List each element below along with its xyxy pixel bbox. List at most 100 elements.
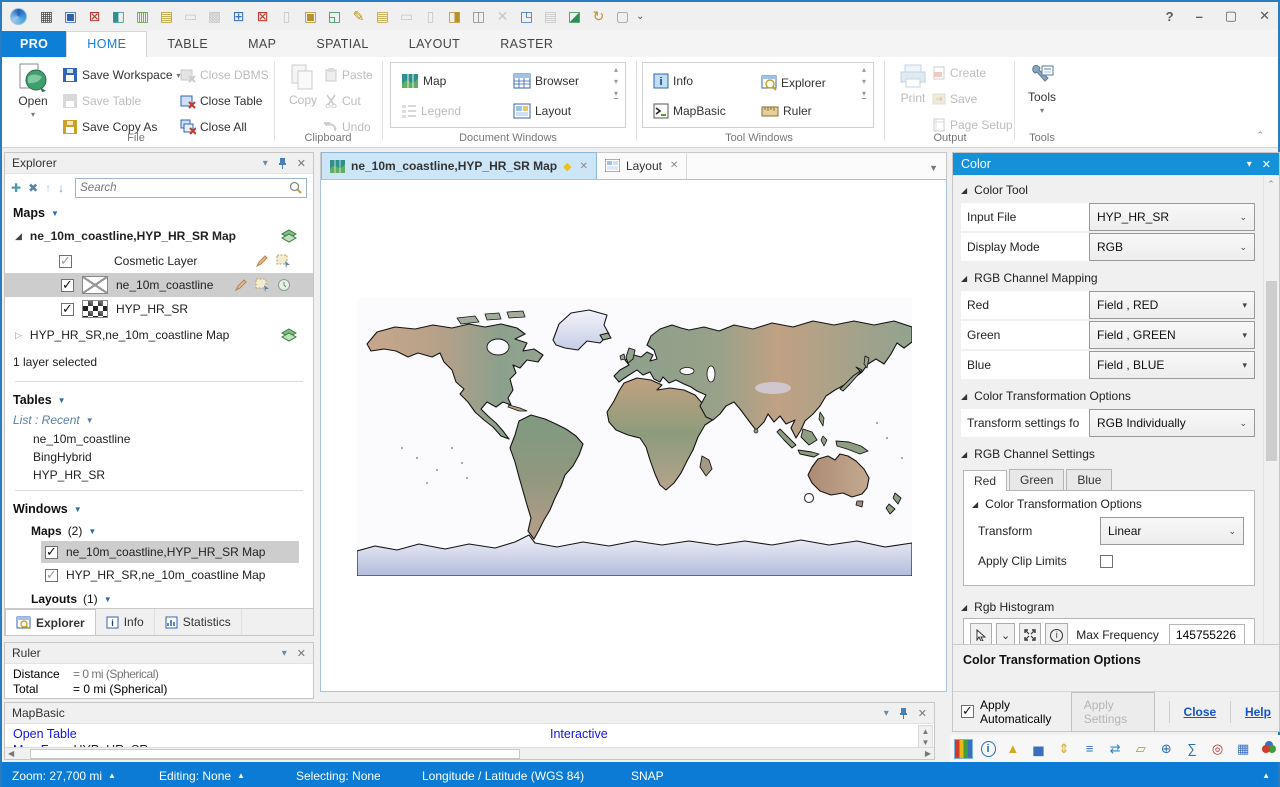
raster-convert-icon[interactable]: ⇄ <box>1107 740 1124 758</box>
new-document-disabled-icon[interactable]: ▭ <box>181 7 200 26</box>
docwin-scroll-arrows[interactable]: ▴▾▾ <box>609 65 623 99</box>
raster-list-icon[interactable]: ≡ <box>1081 740 1098 758</box>
section-rgb-histogram[interactable]: ◢Rgb Histogram <box>953 592 1279 618</box>
status-editing[interactable]: Editing: None▲ <box>159 769 245 783</box>
explorer-close-icon[interactable]: ✕ <box>297 157 306 170</box>
layer-control-icon[interactable] <box>281 229 297 243</box>
input-file-dropdown[interactable]: HYP_HR_SR⌄ <box>1089 203 1255 231</box>
doc-tab-list-icon[interactable]: ▼ <box>921 163 946 179</box>
status-expand-icon[interactable]: ▲ <box>1262 771 1270 780</box>
section-color-transformation[interactable]: ◢Color Transformation Options <box>953 381 1279 407</box>
raster-operations-icon[interactable]: ▱ <box>1132 740 1149 758</box>
tree-map2[interactable]: ▷ HYP_HR_SR,ne_10m_coastline Map <box>5 321 313 349</box>
explorer-pin-icon[interactable] <box>278 158 287 169</box>
section-rgb-mapping[interactable]: ◢RGB Channel Mapping <box>953 263 1279 289</box>
tab-spatial[interactable]: SPATIAL <box>296 32 388 57</box>
selectable-icon[interactable] <box>255 278 270 292</box>
save-workspace-button[interactable]: Save Workspace▾ <box>62 65 181 85</box>
tab-home[interactable]: HOME <box>66 31 147 57</box>
layouts-header[interactable]: Layouts(1)▼ <box>5 587 313 609</box>
raster-info-icon[interactable]: i <box>981 741 996 757</box>
new-tab-icon[interactable]: ▤ <box>373 7 392 26</box>
new-map-window-icon[interactable]: ◧ <box>109 7 128 26</box>
windows-map2-checkbox[interactable] <box>45 569 58 582</box>
color-panel-scrollbar[interactable]: ⌃ ⌄ <box>1263 176 1278 654</box>
raster-style-swatch[interactable] <box>82 300 108 318</box>
minimize-button[interactable]: – <box>1196 9 1203 24</box>
new-browser-window-icon[interactable]: ▥ <box>133 7 152 26</box>
refresh-window-icon[interactable]: ◳ <box>517 7 536 26</box>
edit-symbol-icon[interactable]: ✎ <box>349 7 368 26</box>
mapbasic-tool-button[interactable]: MapBasic <box>653 101 726 121</box>
transform-dropdown[interactable]: Linear⌄ <box>1100 517 1244 545</box>
mapbasic-body[interactable]: Open Table Interactive Map From HYP_HR_S… <box>5 724 934 748</box>
table-item-ne-10m-coastline[interactable]: ne_10m_coastline <box>5 430 313 448</box>
editable-icon[interactable] <box>255 254 269 268</box>
channel-tab-red[interactable]: Red <box>963 470 1007 491</box>
save-table-icon[interactable]: ▣ <box>301 7 320 26</box>
mapbasic-vscrollbar[interactable]: ▲▼ <box>918 725 933 749</box>
apply-settings-button[interactable]: Apply Settings <box>1071 692 1155 732</box>
coastline-layer-checkbox[interactable] <box>61 279 74 292</box>
toolwin-scroll-arrows[interactable]: ▴▾▾ <box>857 65 871 99</box>
print-disabled-icon[interactable]: ▯ <box>421 7 440 26</box>
add-layer-icon[interactable]: ✚ <box>11 181 21 195</box>
tools-button[interactable]: Tools▾ <box>1019 63 1065 117</box>
apply-automatically-checkbox[interactable] <box>961 705 974 718</box>
hscroll-track[interactable] <box>30 749 520 759</box>
mapbasic-menu-icon[interactable]: ▾ <box>884 708 889 719</box>
max-frequency-value[interactable]: 145755226 <box>1169 624 1245 646</box>
map-window-disabled-icon[interactable]: ▩ <box>205 7 224 26</box>
save-workspace-icon[interactable]: ▣ <box>61 7 80 26</box>
ribbon-collapse-icon[interactable]: ⌃ <box>1256 130 1264 141</box>
save-copy-as-icon[interactable]: ◱ <box>325 7 344 26</box>
section-color-tool[interactable]: ◢Color Tool <box>953 175 1279 201</box>
raster-legend-icon[interactable]: ▲ <box>1005 740 1022 758</box>
close-button[interactable]: ✕ <box>1259 8 1270 24</box>
blue-channel-dropdown[interactable]: Field , BLUE▾ <box>1089 351 1255 379</box>
doc-tab-map-close-icon[interactable]: ✕ <box>580 161 588 172</box>
tree-layer-raster[interactable]: HYP_HR_SR <box>5 297 313 321</box>
window-icon[interactable]: ▢ <box>613 7 632 26</box>
close-table-button[interactable]: Close Table <box>180 91 262 111</box>
dbms-close-disabled-icon[interactable]: ✕ <box>493 7 512 26</box>
remove-from-table-icon[interactable]: ⊠ <box>253 7 272 26</box>
search-icon[interactable] <box>289 181 302 194</box>
red-channel-dropdown[interactable]: Field , RED▾ <box>1089 291 1255 319</box>
color-close-icon[interactable]: ✕ <box>1262 158 1271 171</box>
import-table-icon[interactable]: ◨ <box>445 7 464 26</box>
map-window-button[interactable]: Map <box>401 71 446 91</box>
qat-overflow-icon[interactable]: ⌄ <box>636 11 644 22</box>
status-selecting[interactable]: Selecting: None <box>296 769 381 783</box>
tree-layer-cosmetic[interactable]: Cosmetic Layer <box>5 249 313 273</box>
channel-tab-blue[interactable]: Blue <box>1066 469 1112 490</box>
windows-map1-checkbox[interactable] <box>45 546 58 559</box>
tables-section-header[interactable]: Tables▼ <box>5 388 313 410</box>
expander-collapsed-icon[interactable]: ▷ <box>15 330 22 341</box>
copy-disabled-icon[interactable]: ▯ <box>277 7 296 26</box>
coastline-style-swatch[interactable] <box>82 276 108 294</box>
open-button[interactable]: Open▾ <box>10 63 56 121</box>
tab-pro[interactable]: PRO <box>2 31 66 57</box>
browser-window-button[interactable]: Browser <box>513 71 579 91</box>
table-item-binghybrid[interactable]: BingHybrid <box>5 448 313 466</box>
close-table-icon[interactable]: ⊠ <box>85 7 104 26</box>
channel-tab-green[interactable]: Green <box>1009 469 1064 490</box>
doc-tab-layout[interactable]: Layout ✕ <box>597 152 687 179</box>
windows-map1-row[interactable]: ne_10m_coastline,HYP_HR_SR Map <box>41 541 299 563</box>
layout-window-button[interactable]: Layout <box>513 101 571 121</box>
raster-grid-icon[interactable]: ⊕ <box>1158 740 1175 758</box>
tables-list-mode[interactable]: List : Recent▼ <box>5 410 313 430</box>
mapbasic-hscrollbar[interactable]: ◀ ▶ <box>5 747 934 759</box>
info-tool-button[interactable]: i Info <box>653 71 693 91</box>
raster-profile-icon[interactable]: ◎ <box>1209 740 1226 758</box>
apply-clip-checkbox[interactable] <box>1100 555 1113 568</box>
remove-layer-icon[interactable]: ✖ <box>28 181 38 195</box>
windows-map2-row[interactable]: HYP_HR_SR,ne_10m_coastline Map <box>41 563 313 587</box>
green-channel-dropdown[interactable]: Field , GREEN▾ <box>1089 321 1255 349</box>
tree-map1[interactable]: ◢ ne_10m_coastline,HYP_HR_SR Map <box>5 223 313 249</box>
raster-rgb-icon[interactable] <box>1260 740 1277 758</box>
hscroll-left-icon[interactable]: ◀ <box>5 749 17 758</box>
doc-tab-map[interactable]: ne_10m_coastline,HYP_HR_SR Map ◆ ✕ <box>321 152 597 179</box>
tab-map[interactable]: MAP <box>228 32 296 57</box>
